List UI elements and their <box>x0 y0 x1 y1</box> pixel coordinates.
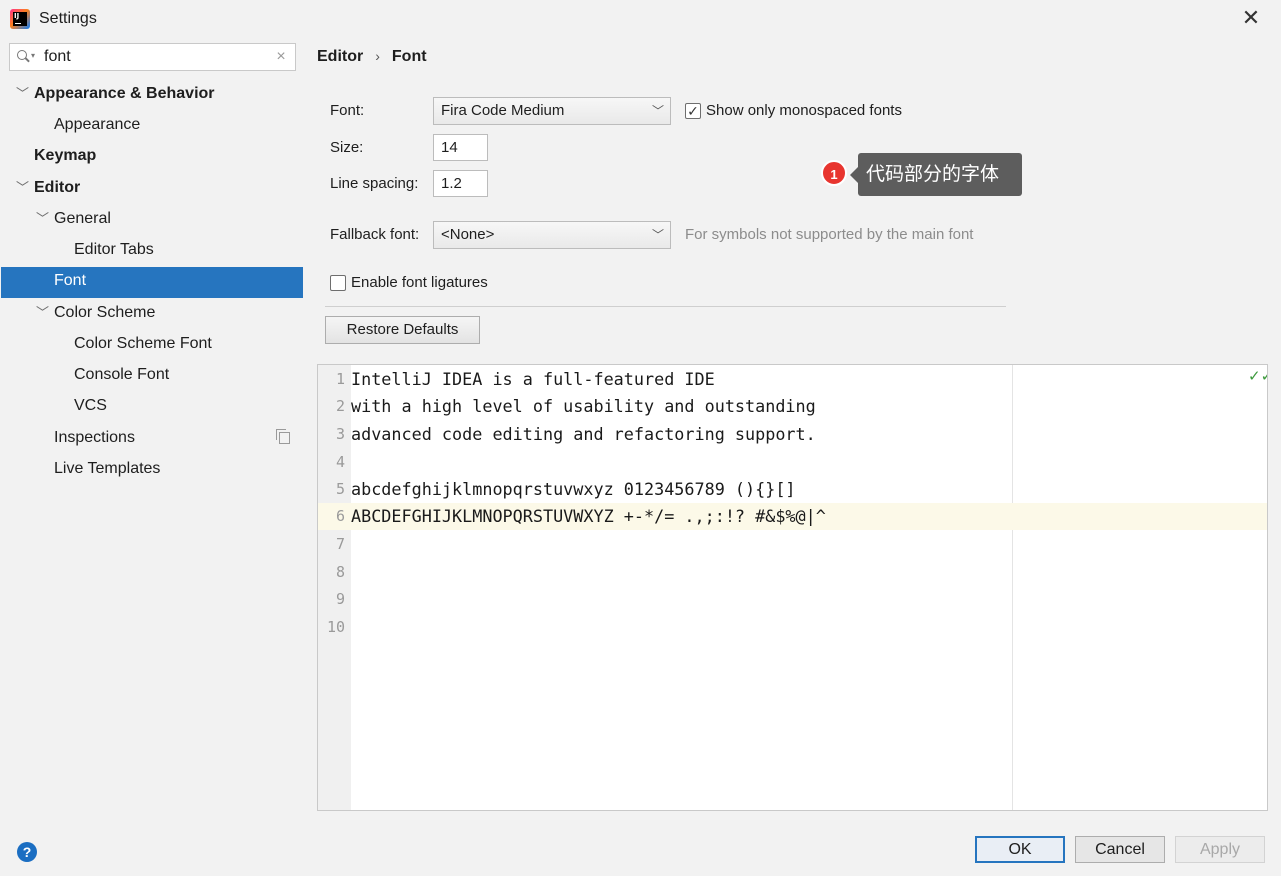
chevron-down-icon: ﹀ <box>651 104 664 118</box>
ligatures-label: Enable font ligatures <box>351 274 488 291</box>
fallback-font-label: Fallback font: <box>330 226 420 243</box>
fallback-hint: For symbols not supported by the main fo… <box>685 226 974 243</box>
tree-item-live-templates[interactable]: Live Templates <box>1 455 303 486</box>
preview-line: 5 abcdefghijklmnopqrstuvwxyz 0123456789 … <box>335 479 796 499</box>
fallback-font-select[interactable]: <None> ﹀ <box>433 221 671 249</box>
size-field[interactable]: 14 <box>433 134 488 161</box>
chevron-down-icon[interactable]: ﹀ <box>36 205 50 233</box>
tree-item-editor[interactable]: ﹀ Editor <box>1 174 303 205</box>
search-value[interactable]: font <box>44 48 71 66</box>
preview-line: 9 <box>335 590 345 608</box>
cancel-button[interactable]: Cancel <box>1075 836 1165 863</box>
help-icon[interactable]: ? <box>17 842 37 862</box>
tree-item-editor-tabs[interactable]: Editor Tabs <box>1 236 303 267</box>
monospaced-checkbox[interactable]: ✓ <box>685 103 701 119</box>
settings-sidebar: ▾ font × ﹀ Appearance & Behavior Appeara… <box>0 38 303 824</box>
clear-search-icon[interactable]: × <box>272 47 290 67</box>
tree-item-font[interactable]: Font <box>1 267 303 298</box>
tree-item-general[interactable]: ﹀ General <box>1 205 303 236</box>
preview-line: 8 <box>335 563 345 581</box>
intellij-idea-icon: IJ <box>10 9 30 29</box>
window-title: Settings <box>39 10 97 27</box>
chevron-down-icon: ﹀ <box>651 228 664 242</box>
annotation-marker: 1 <box>821 160 847 186</box>
tree-item-color-scheme-font[interactable]: Color Scheme Font <box>1 330 303 361</box>
breadcrumb: Editor › Font <box>317 48 427 65</box>
separator <box>325 306 1006 307</box>
copy-icon <box>276 429 290 444</box>
ok-button[interactable]: OK <box>975 836 1065 863</box>
preview-line: 2 with a high level of usability and out… <box>335 396 816 416</box>
tree-item-appearance-behavior[interactable]: ﹀ Appearance & Behavior <box>1 80 303 111</box>
size-label: Size: <box>330 139 364 156</box>
dialog-footer: ? OK Cancel Apply <box>0 824 1281 876</box>
tree-item-inspections[interactable]: Inspections <box>1 424 303 455</box>
chevron-right-icon: › <box>375 48 380 64</box>
restore-defaults-button[interactable]: Restore Defaults <box>325 316 480 344</box>
annotation-tooltip: 代码部分的字体 <box>850 153 1022 196</box>
font-select[interactable]: Fira Code Medium ﹀ <box>433 97 671 125</box>
tree-item-appearance[interactable]: Appearance <box>1 111 303 142</box>
ligatures-checkbox[interactable] <box>330 275 346 291</box>
chevron-down-icon[interactable]: ﹀ <box>36 299 50 327</box>
chevron-down-icon[interactable]: ﹀ <box>16 80 30 108</box>
tree-item-color-scheme[interactable]: ﹀ Color Scheme <box>1 299 303 330</box>
settings-content: Editor › Font Font: Fira Code Medium ﹀ ✓ S… <box>303 38 1281 824</box>
font-label: Font: <box>330 102 365 119</box>
search-input[interactable]: ▾ font × <box>9 43 296 71</box>
line-spacing-label: Line spacing: <box>330 175 419 192</box>
monospaced-label: Show only monospaced fonts <box>706 102 902 119</box>
chevron-down-icon[interactable]: ﹀ <box>16 174 30 202</box>
tree-item-keymap[interactable]: Keymap <box>1 142 303 173</box>
preview-line: 10 <box>326 618 345 636</box>
preview-line: 3 advanced code editing and refactoring … <box>335 424 816 444</box>
tree-item-vcs[interactable]: VCS <box>1 392 303 423</box>
preview-line-current: 6 ABCDEFGHIJKLMNOPQRSTUVWXYZ +-*/= .,;:!… <box>318 503 1267 530</box>
search-icon: ▾ <box>16 48 38 66</box>
close-icon[interactable]: ✕ <box>1240 6 1262 30</box>
double-check-icon: ✓✓ <box>1248 368 1267 385</box>
line-spacing-field[interactable]: 1.2 <box>433 170 488 197</box>
preview-line: 4 <box>335 453 345 471</box>
font-preview-editor[interactable]: 1 IntelliJ IDEA is a full-featured IDE 2… <box>317 364 1268 811</box>
preview-line: 1 IntelliJ IDEA is a full-featured IDE <box>335 369 715 389</box>
title-bar: IJ Settings ✕ <box>0 0 1281 38</box>
preview-line: 7 <box>335 535 345 553</box>
apply-button[interactable]: Apply <box>1175 836 1265 863</box>
tree-item-console-font[interactable]: Console Font <box>1 361 303 392</box>
